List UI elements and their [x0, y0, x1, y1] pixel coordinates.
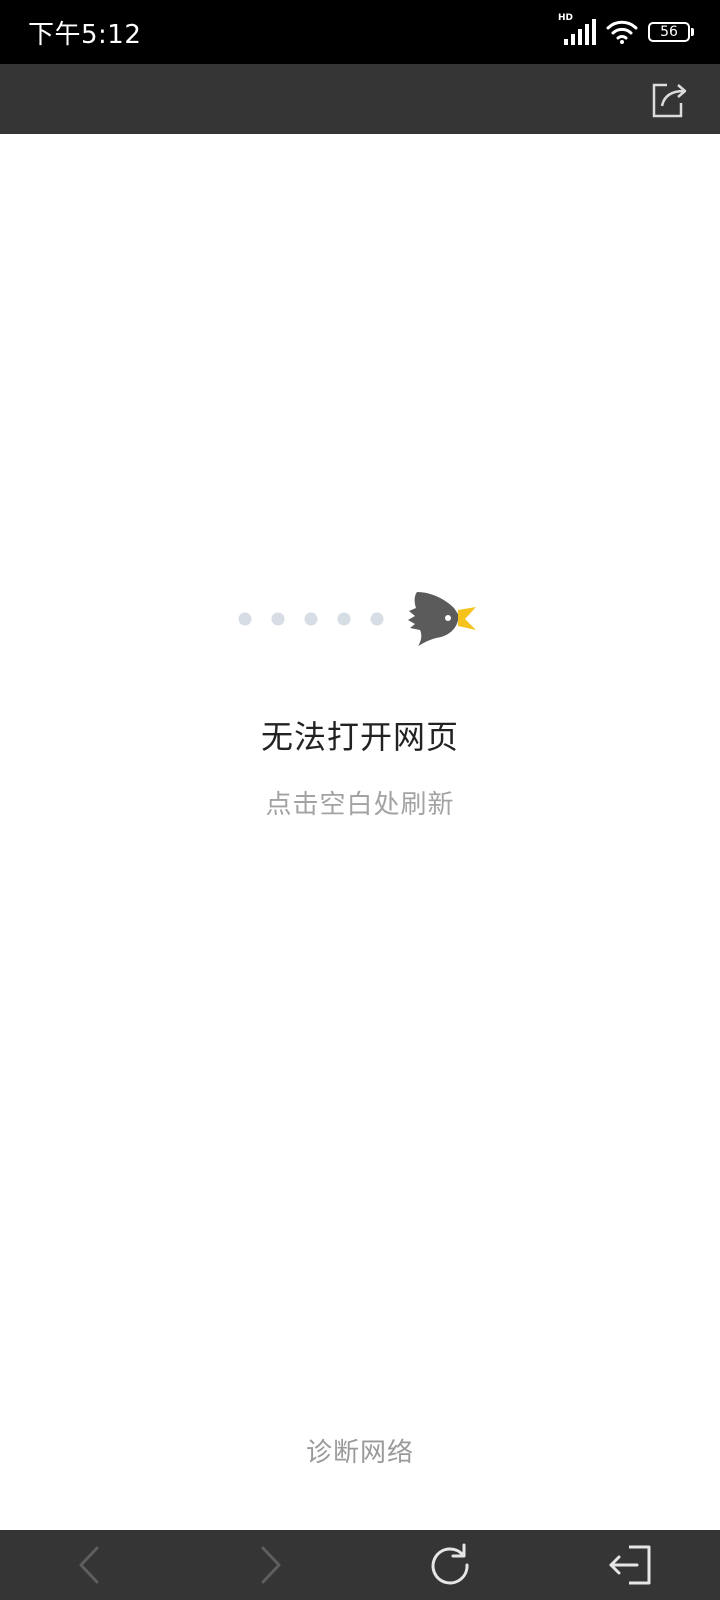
- forward-arrow-icon: [261, 1546, 281, 1584]
- trail-dot: [370, 612, 384, 626]
- bird-icon: [408, 592, 476, 646]
- error-subtitle: 点击空白处刷新: [265, 790, 455, 820]
- status-icons: HD 56: [558, 13, 694, 48]
- trail-dot: [271, 612, 285, 626]
- refresh-button[interactable]: [405, 1530, 495, 1600]
- browser-screen: 下午5:12 HD 56 无法打开网页 点击空白处刷新 诊断网络: [0, 0, 720, 1600]
- battery-icon: 56: [648, 22, 694, 42]
- exit-button[interactable]: [585, 1530, 675, 1600]
- bottom-nav-bar: [0, 1530, 720, 1600]
- hd-label: HD: [558, 13, 574, 23]
- trail-dot: [337, 612, 351, 626]
- trail-dot: [238, 612, 252, 626]
- error-title: 无法打开网页: [260, 718, 459, 756]
- trail-dot: [304, 612, 318, 626]
- battery-level: 56: [660, 24, 678, 40]
- bird-flying-illustration: [238, 592, 476, 646]
- back-arrow-icon: [79, 1546, 99, 1584]
- refresh-icon: [431, 1543, 469, 1585]
- cellular-signal-icon: HD: [558, 13, 596, 47]
- diagnose-network-link[interactable]: 诊断网络: [260, 1432, 460, 1469]
- status-bar: 下午5:12 HD 56: [0, 0, 720, 64]
- share-button[interactable]: [650, 78, 692, 120]
- forward-button[interactable]: [225, 1530, 315, 1600]
- top-toolbar: [0, 64, 720, 134]
- exit-icon: [609, 1545, 651, 1585]
- share-icon: [652, 83, 687, 118]
- refresh-tap-area[interactable]: 无法打开网页 点击空白处刷新: [0, 134, 720, 1530]
- status-time: 下午5:12: [28, 20, 142, 50]
- wifi-icon: [606, 20, 638, 44]
- back-button[interactable]: [45, 1530, 135, 1600]
